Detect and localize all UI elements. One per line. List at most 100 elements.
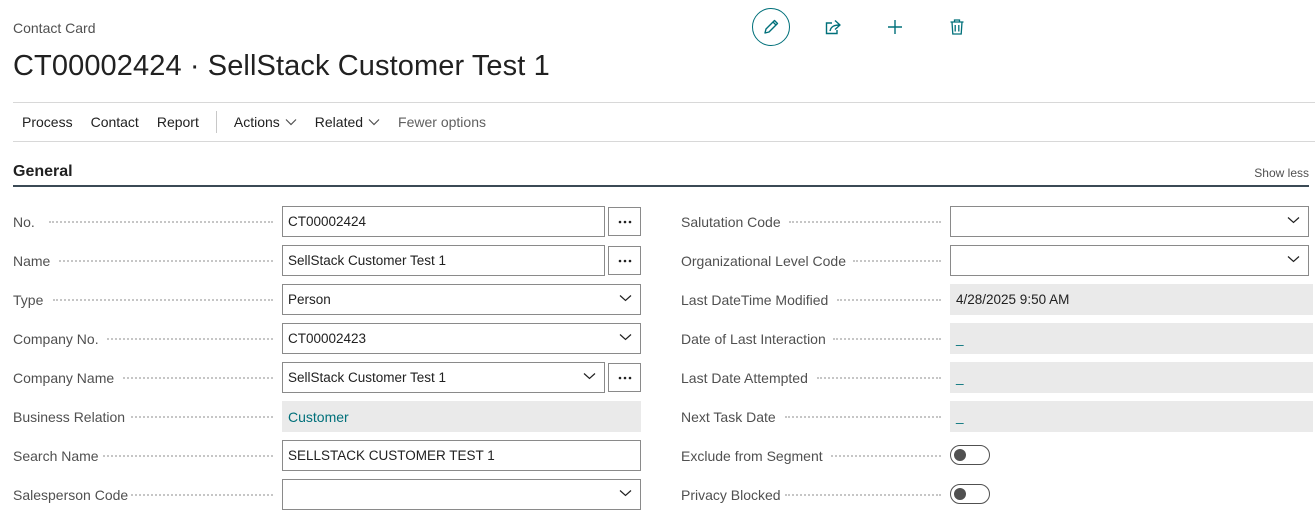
delete-icon: [950, 19, 964, 35]
last-interaction-link[interactable]: _: [950, 323, 1313, 354]
delete-button[interactable]: [938, 8, 976, 46]
label-leader: [131, 494, 273, 496]
chevron-down-icon: [285, 118, 297, 126]
field-label: No.: [13, 213, 35, 230]
field-label: Salutation Code: [681, 213, 781, 230]
label-leader: [837, 299, 941, 301]
more-icon: [618, 376, 631, 379]
field-date-last-interaction: Date of Last Interaction _: [681, 323, 1313, 354]
share-icon: [825, 19, 841, 35]
label-leader: [817, 377, 941, 379]
field-label: Date of Last Interaction: [681, 330, 826, 347]
company-no-select[interactable]: CT00002423: [282, 323, 641, 354]
field-next-task-date: Next Task Date _: [681, 401, 1313, 432]
type-value: Person: [288, 292, 331, 307]
field-label: Exclude from Segment: [681, 447, 823, 464]
action-fewer-options[interactable]: Fewer options: [389, 103, 495, 141]
field-type: Type Person: [13, 284, 643, 315]
divider: [13, 141, 1315, 142]
label-leader: [103, 455, 273, 457]
field-label: Company Name: [13, 369, 115, 386]
chevron-down-icon: [1287, 217, 1300, 224]
field-label: Next Task Date: [681, 408, 776, 425]
action-report[interactable]: Report: [148, 103, 208, 141]
label-leader: [831, 455, 941, 457]
more-icon: [618, 259, 631, 262]
field-label: Company No.: [13, 330, 99, 347]
field-org-level-code: Organizational Level Code: [681, 245, 1311, 276]
company-name-select[interactable]: SellStack Customer Test 1: [282, 362, 605, 393]
label-leader: [59, 260, 273, 262]
action-related-label: Related: [314, 114, 364, 130]
label-leader: [49, 221, 273, 223]
chevron-down-icon: [583, 373, 596, 380]
action-bar: Process Contact Report Actions Related F…: [13, 103, 495, 141]
field-company-no: Company No. CT00002423: [13, 323, 643, 354]
field-label: Last DateTime Modified: [681, 291, 829, 308]
edit-icon: [764, 19, 779, 34]
field-label: Name: [13, 252, 51, 269]
no-input[interactable]: CT00002424: [282, 206, 605, 237]
chevron-down-icon: [619, 295, 632, 302]
field-label: Business Relation: [13, 408, 126, 425]
company-name-assist-button[interactable]: [608, 363, 641, 392]
toggle-knob: [954, 449, 966, 461]
type-select[interactable]: Person: [282, 284, 641, 315]
field-search-name: Search Name SELLSTACK CUSTOMER TEST 1: [13, 440, 643, 471]
toggle-knob: [954, 488, 966, 500]
page-title: CT00002424 · SellStack Customer Test 1: [13, 50, 550, 82]
field-salesperson-code: Salesperson Code: [13, 479, 643, 510]
next-task-link[interactable]: _: [950, 401, 1313, 432]
label-leader: [107, 338, 273, 340]
business-relation-link[interactable]: Customer: [282, 401, 641, 432]
chevron-down-icon: [619, 334, 632, 341]
action-process[interactable]: Process: [13, 103, 82, 141]
field-label: Organizational Level Code: [681, 252, 846, 269]
action-actions-label: Actions: [233, 114, 280, 130]
label-leader: [789, 221, 941, 223]
field-name: Name SellStack Customer Test 1: [13, 245, 643, 276]
field-last-date-attempted: Last Date Attempted _: [681, 362, 1313, 393]
new-button[interactable]: [876, 8, 914, 46]
label-leader: [131, 416, 273, 418]
field-last-datetime-modified: Last DateTime Modified 4/28/2025 9:50 AM: [681, 284, 1313, 315]
salesperson-code-select[interactable]: [282, 479, 641, 510]
action-contact[interactable]: Contact: [82, 103, 148, 141]
no-assist-button[interactable]: [608, 207, 641, 236]
field-no: No. CT00002424: [13, 206, 643, 237]
field-privacy-blocked: Privacy Blocked: [681, 479, 1311, 510]
action-related-menu[interactable]: Related: [306, 103, 389, 141]
show-less-link[interactable]: Show less: [1254, 166, 1309, 180]
section-title-general[interactable]: General: [13, 163, 73, 181]
field-business-relation: Business Relation Customer: [13, 401, 643, 432]
share-button[interactable]: [814, 8, 852, 46]
chevron-down-icon: [1287, 256, 1300, 263]
action-separator: [215, 111, 217, 133]
name-input[interactable]: SellStack Customer Test 1: [282, 245, 605, 276]
label-leader: [785, 494, 941, 496]
field-label: Last Date Attempted: [681, 369, 808, 386]
add-icon: [888, 20, 902, 34]
last-attempted-link[interactable]: _: [950, 362, 1313, 393]
field-label: Search Name: [13, 447, 99, 464]
more-icon: [618, 220, 631, 223]
field-salutation-code: Salutation Code: [681, 206, 1311, 237]
last-modified-value: 4/28/2025 9:50 AM: [950, 284, 1313, 315]
chevron-down-icon: [368, 118, 380, 126]
label-leader: [853, 260, 941, 262]
org-level-code-select[interactable]: [950, 245, 1309, 276]
company-name-value: SellStack Customer Test 1: [288, 370, 447, 385]
edit-button[interactable]: [752, 8, 790, 46]
exclude-from-segment-toggle[interactable]: [950, 445, 990, 465]
field-label: Privacy Blocked: [681, 486, 781, 503]
label-leader: [833, 338, 941, 340]
field-exclude-from-segment: Exclude from Segment: [681, 440, 1311, 471]
search-name-input[interactable]: SELLSTACK CUSTOMER TEST 1: [282, 440, 641, 471]
salutation-code-select[interactable]: [950, 206, 1309, 237]
privacy-blocked-toggle[interactable]: [950, 484, 990, 504]
chevron-down-icon: [619, 490, 632, 497]
name-assist-button[interactable]: [608, 246, 641, 275]
field-company-name: Company Name SellStack Customer Test 1: [13, 362, 643, 393]
action-actions-menu[interactable]: Actions: [225, 103, 306, 141]
label-leader: [785, 416, 941, 418]
